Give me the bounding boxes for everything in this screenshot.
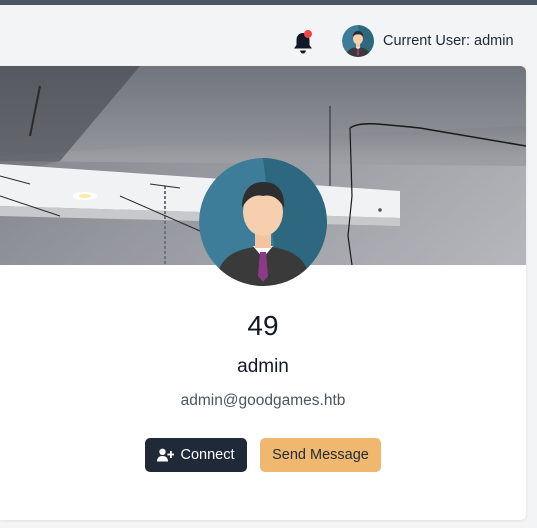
- profile-card: 49 admin admin@goodgames.htb Connect Sen…: [0, 66, 526, 520]
- current-user-label: Current User: admin: [383, 33, 514, 49]
- connect-label: Connect: [180, 447, 235, 463]
- profile-id: 49: [247, 310, 279, 341]
- profile-avatar: [199, 158, 327, 286]
- avatar: [342, 25, 374, 57]
- send-message-button[interactable]: Send Message: [260, 438, 381, 472]
- send-message-label: Send Message: [272, 447, 369, 463]
- user-avatar-icon: [342, 25, 374, 57]
- user-avatar-icon: [199, 158, 327, 286]
- user-plus-icon: [157, 448, 175, 462]
- profile-email: admin@goodgames.htb: [180, 392, 346, 409]
- notification-badge: [304, 30, 312, 38]
- profile-name: admin: [237, 356, 289, 377]
- user-menu[interactable]: Current User: admin: [342, 24, 514, 58]
- connect-button[interactable]: Connect: [145, 438, 247, 472]
